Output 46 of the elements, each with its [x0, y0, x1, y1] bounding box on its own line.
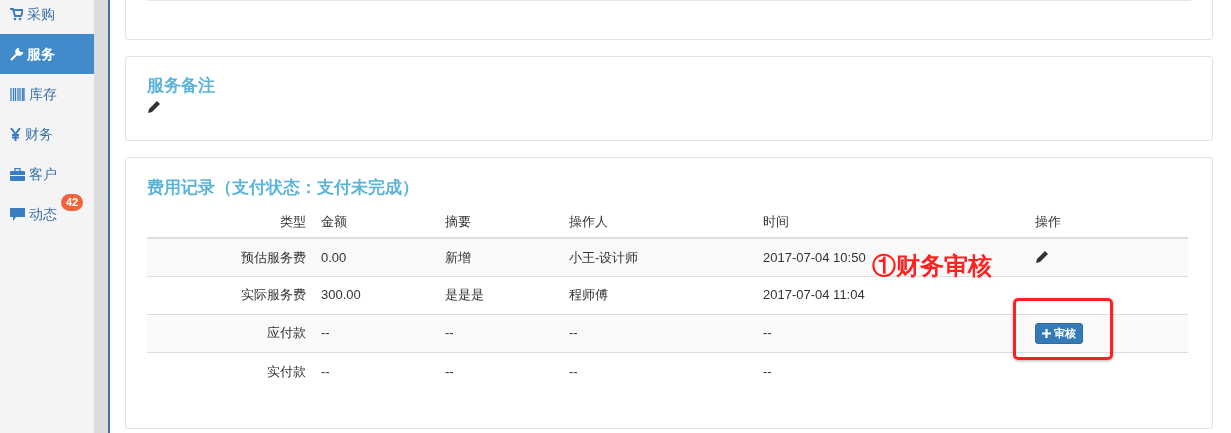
table-cell: 预估服务费 [241, 249, 306, 265]
count-badge: 42 [61, 194, 84, 211]
table-cell: -- [569, 325, 578, 341]
table-cell: -- [763, 363, 772, 379]
review-button[interactable]: 审核 [1035, 322, 1083, 344]
section-title: 费用记录（支付状态：支付未完成） [147, 177, 420, 199]
briefcase-icon [10, 167, 25, 181]
sidebar-item[interactable]: 采购 [0, 0, 94, 34]
table-cell: -- [445, 363, 454, 379]
table-cell: 新增 [445, 249, 471, 265]
comment-icon [10, 207, 25, 221]
column-header: 时间 [763, 206, 1035, 238]
annotation-text: ①财务审核 [872, 251, 992, 281]
column-header: 类型 [147, 206, 321, 238]
column-header: 摘要 [445, 206, 569, 238]
yen-icon [10, 127, 21, 141]
table-cell: 程师傅 [569, 287, 608, 303]
column-header: 操作 [1035, 206, 1188, 238]
table-cell: -- [763, 325, 772, 341]
column-header: 金额 [321, 206, 445, 238]
section-title: 服务备注 [147, 75, 216, 97]
cart-icon [10, 7, 23, 21]
table-cell: 2017-07-04 10:50 [763, 249, 866, 265]
sidebar-item[interactable]: 库存 [0, 74, 94, 114]
table-cell: -- [321, 363, 330, 379]
sidebar-item[interactable]: 财务 [0, 114, 94, 154]
pencil-icon[interactable] [147, 100, 161, 114]
sidebar-item[interactable]: 客户 [0, 154, 94, 194]
barcode-icon [10, 87, 25, 101]
sidebar-item[interactable]: 动态 42 [0, 194, 94, 234]
table-cell: 2017-07-04 11:04 [763, 287, 865, 303]
table-cell: 实付款 [267, 363, 306, 379]
table-cell: 300.00 [321, 287, 361, 303]
plus-icon [1042, 328, 1051, 338]
table-cell: 0.00 [321, 249, 347, 265]
table-cell: 是是是 [445, 287, 484, 303]
sidebar-item[interactable]: 服务 [0, 34, 94, 74]
table-cell: -- [321, 325, 330, 341]
column-header: 操作人 [569, 206, 763, 238]
wrench-icon [10, 47, 23, 61]
pencil-icon[interactable] [1035, 250, 1049, 265]
table-cell: -- [445, 325, 454, 341]
table-cell: 实际服务费 [241, 287, 306, 303]
table-cell: -- [569, 363, 578, 379]
table-cell: 应付款 [267, 325, 306, 341]
table-cell: 小王-设计师 [569, 249, 639, 265]
